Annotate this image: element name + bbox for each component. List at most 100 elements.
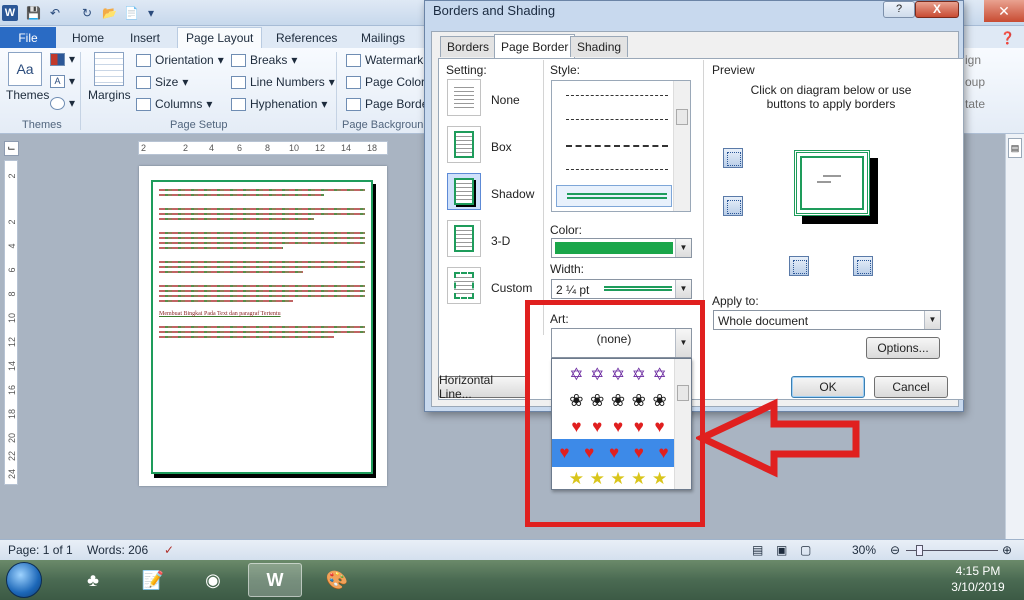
tab-borders[interactable]: Borders: [440, 36, 497, 57]
ruler-tick: 2: [141, 143, 147, 153]
print-layout-icon[interactable]: ▤: [752, 543, 763, 557]
themes-icon[interactable]: Aa: [8, 52, 42, 86]
setting-custom-label[interactable]: Custom: [491, 281, 532, 295]
full-screen-icon[interactable]: ▣: [776, 543, 787, 557]
orientation-button[interactable]: Orientation ▾: [136, 53, 224, 67]
clock-date: 3/10/2019: [951, 580, 1005, 594]
preview-diagram[interactable]: [772, 134, 892, 244]
tab-home[interactable]: Home: [64, 27, 112, 48]
setting-custom-icon[interactable]: [447, 267, 481, 304]
horizontal-line-button[interactable]: Horizontal Line...: [438, 373, 530, 401]
chevron-down-icon[interactable]: ▼: [675, 280, 691, 298]
themes-button[interactable]: Themes: [6, 88, 49, 102]
style-list-scrollbar[interactable]: [673, 81, 690, 211]
word-logo-icon[interactable]: W: [2, 5, 18, 21]
size-button[interactable]: Size ▾: [136, 75, 188, 89]
zoom-level[interactable]: 30%: [852, 543, 876, 557]
notes-app-icon[interactable]: 📝: [126, 563, 180, 597]
style-option[interactable]: [566, 169, 668, 170]
tab-references[interactable]: References: [268, 27, 345, 48]
setting-none-icon[interactable]: [447, 79, 481, 116]
save-icon[interactable]: 💾: [26, 4, 41, 22]
color-dropdown[interactable]: ▼: [551, 238, 692, 258]
new-document-icon[interactable]: 📄: [124, 4, 139, 22]
document-page[interactable]: Membuat Bingkai Pada Text dan paragraf T…: [139, 166, 387, 486]
vertical-ruler[interactable]: 2 2 4 6 8 10 12 14 16 18 20 22 24: [4, 160, 18, 485]
setting-shadow-icon[interactable]: [447, 173, 481, 210]
options-button[interactable]: Options...: [866, 337, 940, 359]
undo-icon[interactable]: ↶: [50, 4, 60, 22]
page-count[interactable]: Page: 1 of 1: [8, 543, 73, 557]
style-list[interactable]: [551, 80, 691, 212]
zoom-out-icon[interactable]: ⊖: [890, 543, 900, 557]
setting-box-label[interactable]: Box: [491, 140, 512, 154]
web-layout-icon[interactable]: ▢: [800, 543, 811, 557]
page-borders-button[interactable]: Page Borde: [346, 97, 428, 111]
zoom-in-icon[interactable]: ⊕: [1002, 543, 1012, 557]
dialog-help-button[interactable]: ?: [883, 1, 915, 18]
open-icon[interactable]: 📂: [102, 4, 117, 22]
zoom-slider-handle[interactable]: [916, 545, 923, 556]
help-icon[interactable]: ❓: [992, 27, 1023, 48]
apply-to-dropdown[interactable]: Whole document ▼: [713, 310, 941, 330]
redo-icon[interactable]: ↻: [82, 4, 92, 22]
margins-button[interactable]: Margins: [88, 88, 131, 102]
ccleaner-icon[interactable]: ♣: [66, 563, 120, 597]
line-numbers-button[interactable]: Line Numbers ▾: [231, 75, 335, 89]
start-button-icon[interactable]: [6, 562, 42, 598]
tab-insert[interactable]: Insert: [122, 27, 168, 48]
tab-page-layout[interactable]: Page Layout: [177, 27, 263, 48]
setting-shadow-label[interactable]: Shadow: [491, 187, 534, 201]
breaks-button[interactable]: Breaks ▾: [231, 53, 297, 67]
theme-effects-icon[interactable]: ▾: [50, 96, 75, 110]
style-option-selected[interactable]: [556, 185, 672, 207]
right-border-button-icon[interactable]: [853, 256, 873, 276]
word-close-icon[interactable]: ✕: [984, 0, 1024, 22]
columns-button[interactable]: Columns ▾: [136, 97, 212, 111]
vertical-scrollbar[interactable]: ▤: [1005, 134, 1024, 539]
tab-mailings[interactable]: Mailings: [353, 27, 413, 48]
customize-toolbar-icon[interactable]: ▾: [148, 4, 154, 22]
dialog-close-button[interactable]: X: [915, 1, 959, 18]
breaks-label: Breaks: [250, 53, 288, 67]
chrome-icon[interactable]: ◉: [186, 563, 240, 597]
top-border-button-icon[interactable]: [723, 148, 743, 168]
zoom-slider[interactable]: [906, 545, 998, 556]
ok-button[interactable]: OK: [791, 376, 865, 398]
proofing-icon[interactable]: ✓: [164, 543, 174, 557]
theme-colors-icon[interactable]: ▾: [50, 52, 75, 66]
align-button-cut[interactable]: ign: [965, 53, 981, 67]
setting-none-label[interactable]: None: [491, 93, 520, 107]
style-option[interactable]: [566, 119, 668, 120]
style-option[interactable]: [566, 145, 668, 147]
tab-selector[interactable]: ⌙: [4, 141, 19, 156]
chevron-down-icon[interactable]: ▼: [924, 311, 940, 329]
style-scroll-thumb[interactable]: [676, 109, 688, 125]
system-clock[interactable]: 4:15 PM 3/10/2019: [938, 563, 1018, 595]
margins-icon[interactable]: [94, 52, 124, 86]
style-option[interactable]: [566, 95, 668, 96]
tab-page-border[interactable]: Page Border: [494, 34, 576, 58]
word-taskbar-icon[interactable]: W: [248, 563, 302, 597]
page-color-button[interactable]: Page Color: [346, 75, 425, 89]
group-button-cut[interactable]: oup: [965, 75, 985, 89]
paint-icon[interactable]: 🎨: [310, 563, 364, 597]
theme-fonts-icon[interactable]: A ▾: [50, 74, 75, 88]
rotate-button-cut[interactable]: tate: [965, 97, 985, 111]
ruler-toggle-icon[interactable]: ▤: [1008, 138, 1022, 158]
ruler-tick: 16: [7, 385, 17, 396]
chevron-down-icon[interactable]: ▼: [675, 239, 691, 257]
left-border-button-icon[interactable]: [789, 256, 809, 276]
bottom-border-button-icon[interactable]: [723, 196, 743, 216]
tab-shading[interactable]: Shading: [570, 36, 629, 57]
hyphenation-button[interactable]: Hyphenation ▾: [231, 97, 327, 111]
width-dropdown[interactable]: 2 ¼ pt ▼: [551, 279, 692, 299]
setting-3d-label[interactable]: 3-D: [491, 234, 510, 248]
tab-file[interactable]: File: [0, 27, 56, 48]
setting-3d-icon[interactable]: [447, 220, 481, 257]
setting-box-icon[interactable]: [447, 126, 481, 163]
horizontal-ruler[interactable]: 2 2 4 6 8 10 12 14 18: [138, 141, 388, 155]
watermark-button[interactable]: Watermark▾: [346, 53, 433, 67]
word-count[interactable]: Words: 206: [87, 543, 148, 557]
cancel-button[interactable]: Cancel: [874, 376, 948, 398]
